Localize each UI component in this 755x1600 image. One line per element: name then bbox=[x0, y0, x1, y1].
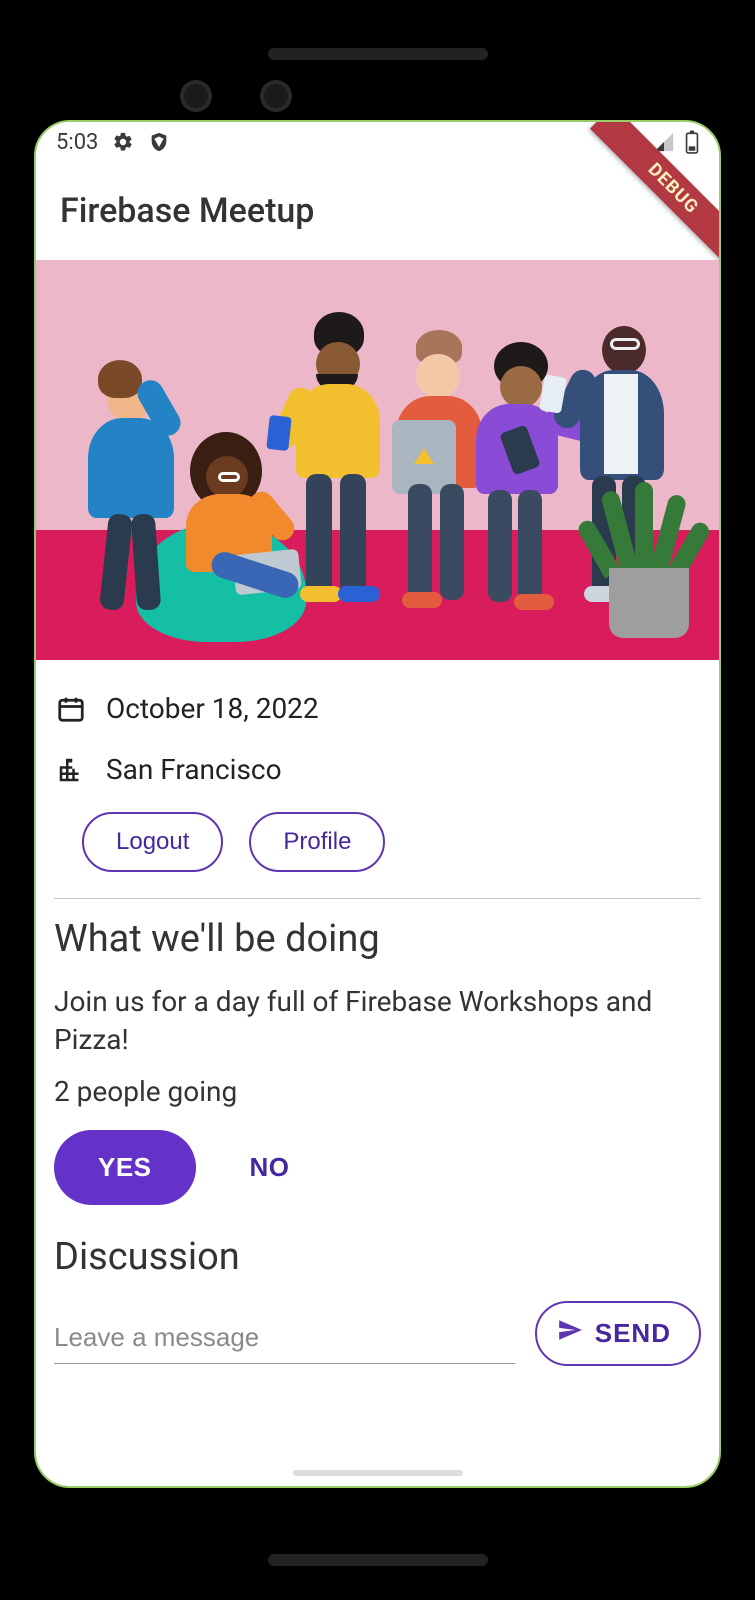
divider bbox=[54, 898, 701, 899]
about-description: Join us for a day full of Firebase Works… bbox=[54, 983, 701, 1059]
screen: 5:03 DEBUG bbox=[34, 120, 721, 1488]
message-input[interactable] bbox=[54, 1302, 515, 1364]
event-location-row: San Francisco bbox=[54, 739, 701, 800]
cellular-icon bbox=[653, 131, 675, 153]
phone-frame: 5:03 DEBUG bbox=[0, 0, 755, 1600]
content-area: October 18, 2022 San Francisco Logout Pr… bbox=[36, 660, 719, 1366]
going-count: 2 people going bbox=[54, 1075, 701, 1108]
calendar-icon bbox=[54, 694, 88, 724]
about-heading: What we'll be doing bbox=[54, 917, 701, 961]
event-date: October 18, 2022 bbox=[106, 692, 319, 725]
event-date-row: October 18, 2022 bbox=[54, 678, 701, 739]
discussion-heading: Discussion bbox=[54, 1235, 701, 1279]
rsvp-no-button[interactable]: NO bbox=[240, 1130, 300, 1205]
send-button[interactable]: SEND bbox=[535, 1301, 701, 1366]
rsvp-yes-button[interactable]: YES bbox=[54, 1130, 196, 1205]
phone-speaker-bottom bbox=[268, 1554, 488, 1566]
logout-button[interactable]: Logout bbox=[82, 812, 223, 872]
status-time: 5:03 bbox=[56, 130, 98, 155]
auth-button-row: Logout Profile bbox=[54, 800, 701, 898]
gear-icon bbox=[112, 131, 134, 153]
profile-button[interactable]: Profile bbox=[249, 812, 385, 872]
rsvp-row: YES NO bbox=[54, 1130, 701, 1205]
city-icon bbox=[54, 755, 88, 785]
shield-icon bbox=[148, 131, 170, 153]
app-bar: Firebase Meetup bbox=[36, 162, 719, 260]
home-indicator bbox=[293, 1470, 463, 1476]
status-bar: 5:03 bbox=[36, 122, 719, 162]
send-icon bbox=[557, 1317, 583, 1350]
page-title: Firebase Meetup bbox=[60, 191, 314, 231]
phone-speaker-top bbox=[268, 48, 488, 60]
hero-image bbox=[36, 260, 719, 660]
phone-camera bbox=[180, 80, 212, 112]
battery-icon bbox=[685, 130, 699, 154]
send-button-label: SEND bbox=[595, 1318, 671, 1349]
wifi-icon bbox=[617, 131, 643, 153]
message-row: SEND bbox=[54, 1301, 701, 1366]
phone-camera bbox=[260, 80, 292, 112]
event-location: San Francisco bbox=[106, 753, 282, 786]
